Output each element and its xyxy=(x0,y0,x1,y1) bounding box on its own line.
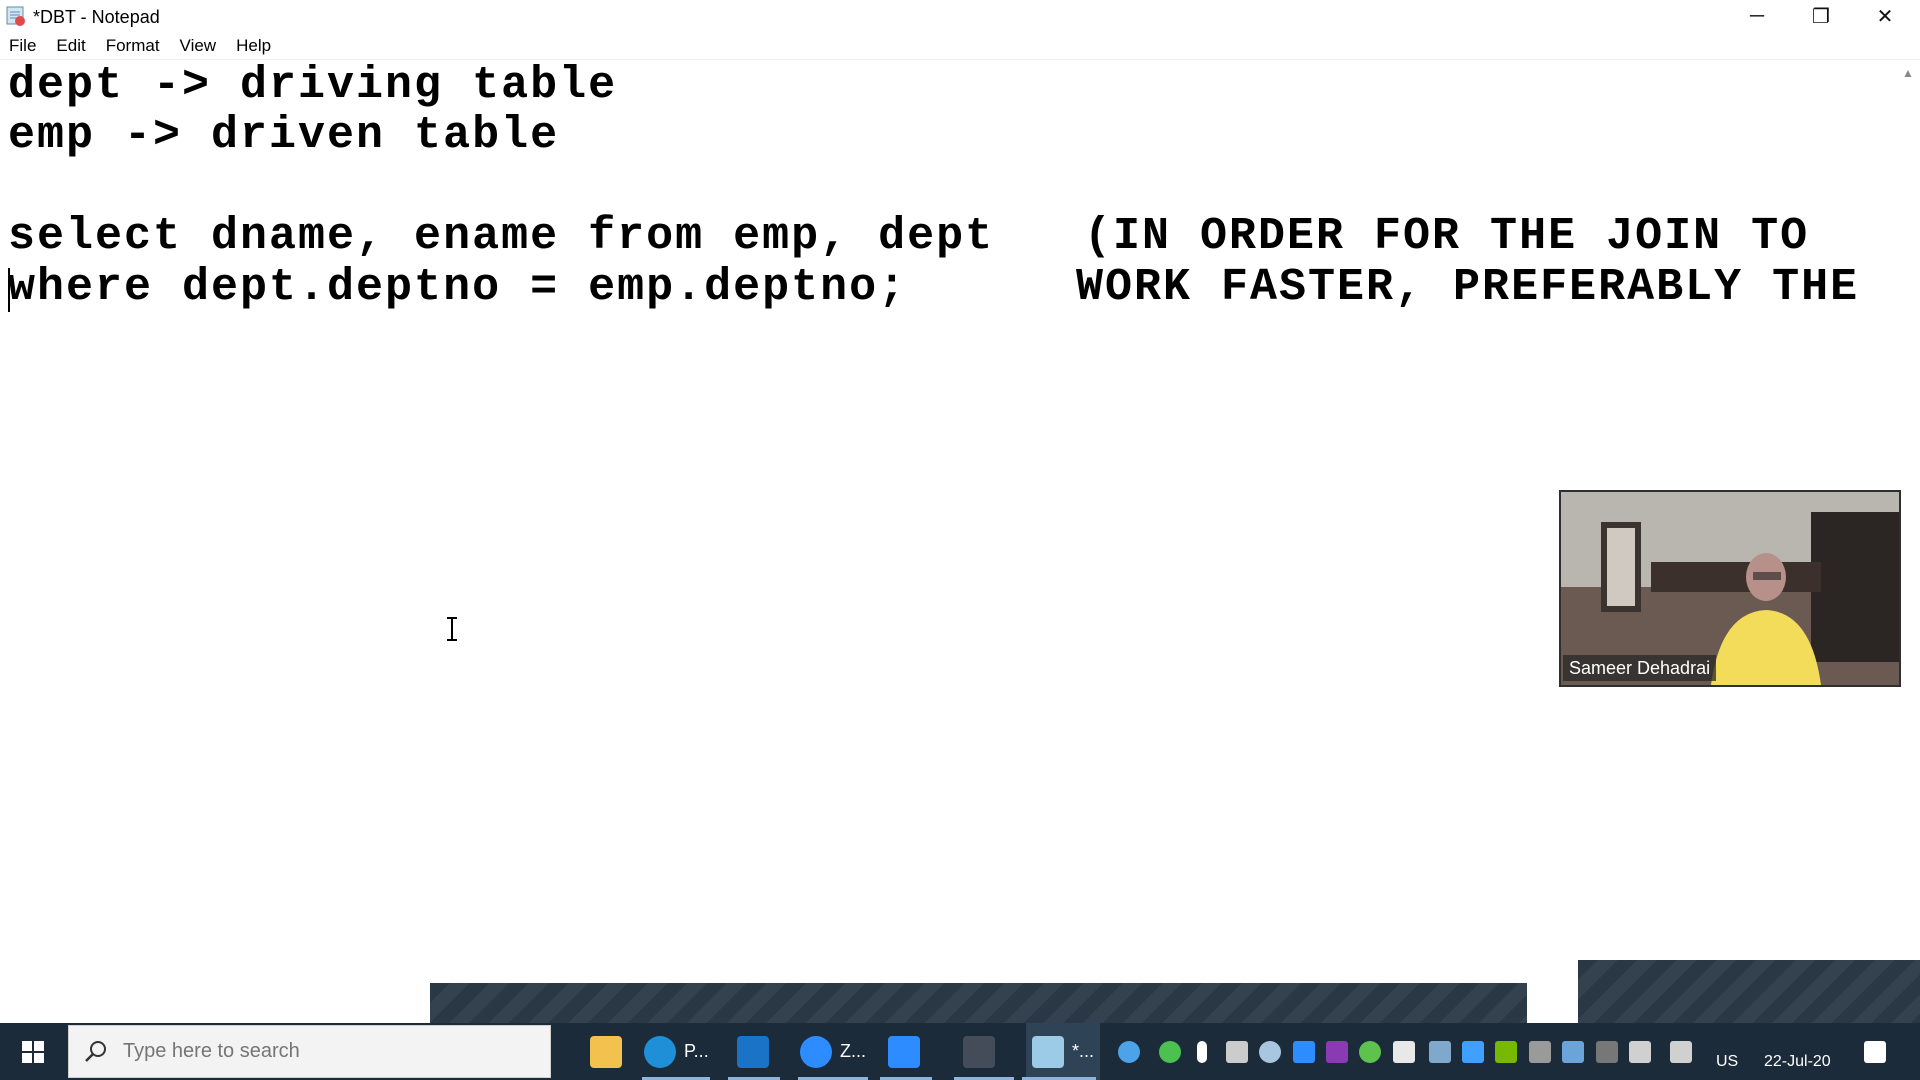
input-method-icon[interactable] xyxy=(1596,1041,1618,1063)
volume-icon[interactable] xyxy=(1629,1041,1651,1063)
zoom-meeting-icon xyxy=(888,1035,920,1068)
menu-file[interactable]: File xyxy=(0,36,46,56)
pen-icon[interactable] xyxy=(1670,1041,1692,1063)
taskbar: P... Z... *... US 22-Jul-20 xyxy=(0,1023,1920,1080)
editor-line: dept -> driving table xyxy=(8,60,618,111)
notifications-icon[interactable] xyxy=(1864,1041,1886,1063)
participant-name-label: Sameer Dehadrai xyxy=(1563,655,1717,681)
taskbar-app-file-explorer[interactable] xyxy=(590,1023,622,1080)
language-indicator[interactable]: US xyxy=(1716,1053,1738,1071)
taskbar-app-label: *... xyxy=(1072,1041,1095,1061)
taskbar-app-zoom-meeting[interactable] xyxy=(888,1023,920,1080)
taskbar-app-label: Z... xyxy=(840,1041,866,1061)
search-icon xyxy=(85,1040,106,1062)
editor-note-line: WORK FASTER, PREFERABLY THE xyxy=(1076,262,1860,313)
sql-plus-icon xyxy=(963,1035,995,1068)
taskbar-app-notepad[interactable]: *... xyxy=(1026,1023,1101,1080)
scroll-up-icon[interactable]: ▲ xyxy=(1902,66,1914,80)
windows-logo-icon xyxy=(22,1040,44,1063)
ibeam-cursor-icon xyxy=(447,617,457,641)
editor-line: emp -> driven table xyxy=(8,110,560,161)
zoom-tray-icon[interactable] xyxy=(1293,1041,1315,1063)
wifi-icon[interactable] xyxy=(1429,1041,1451,1063)
microphone-icon[interactable] xyxy=(1197,1041,1207,1063)
tablet-icon[interactable] xyxy=(1529,1041,1551,1063)
security-shield-icon[interactable] xyxy=(1393,1041,1415,1063)
snowflake-icon[interactable] xyxy=(1462,1041,1484,1063)
battery-icon[interactable] xyxy=(1226,1041,1248,1063)
search-input[interactable] xyxy=(121,1039,525,1064)
nvidia-icon[interactable] xyxy=(1495,1041,1517,1063)
start-button[interactable] xyxy=(0,1023,66,1080)
menu-bar: File Edit Format View Help xyxy=(0,33,1920,60)
notepad-icon xyxy=(1032,1035,1064,1068)
menu-format[interactable]: Format xyxy=(96,36,170,56)
pen-workspace-icon[interactable] xyxy=(1562,1041,1584,1063)
restore-button[interactable]: ❐ xyxy=(1790,0,1852,33)
taskbar-app-whiteboard[interactable] xyxy=(737,1023,769,1080)
help-icon[interactable] xyxy=(1118,1041,1140,1063)
utorrent-icon[interactable] xyxy=(1359,1041,1381,1063)
clock-date[interactable]: 22-Jul-20 xyxy=(1764,1053,1831,1071)
overlay-bar xyxy=(1578,960,1920,1023)
vertical-scrollbar[interactable] xyxy=(1898,60,1920,1023)
whiteboard-icon xyxy=(737,1035,769,1068)
close-button[interactable]: ✕ xyxy=(1854,0,1916,33)
menu-edit[interactable]: Edit xyxy=(46,36,95,56)
notepad-app-icon[interactable] xyxy=(5,4,27,26)
menu-help[interactable]: Help xyxy=(226,36,281,56)
steam-icon[interactable] xyxy=(1259,1041,1281,1063)
window-title: *DBT - Notepad xyxy=(33,7,160,27)
zoom-icon xyxy=(800,1035,832,1068)
shield-check-icon[interactable] xyxy=(1159,1041,1181,1063)
editor-line: where dept.deptno = emp.deptno; xyxy=(8,262,908,313)
menu-view[interactable]: View xyxy=(170,36,227,56)
minimize-button[interactable]: ─ xyxy=(1726,0,1788,33)
onenote-icon[interactable] xyxy=(1326,1041,1348,1063)
taskbar-app-sql-plus[interactable] xyxy=(963,1023,995,1080)
text-caret xyxy=(8,268,10,312)
taskbar-search[interactable] xyxy=(68,1025,551,1078)
taskbar-app-edge[interactable]: P... xyxy=(644,1023,709,1080)
taskbar-app-zoom[interactable]: Z... xyxy=(800,1023,866,1080)
editor-line: select dname, ename from emp, dept xyxy=(8,211,995,262)
editor-note-line: (IN ORDER FOR THE JOIN TO xyxy=(1084,211,1810,262)
taskbar-app-label: P... xyxy=(684,1041,709,1061)
overlay-bar xyxy=(430,983,1527,1023)
title-bar: *DBT - Notepad ─ ❐ ✕ xyxy=(0,0,1920,33)
edge-icon xyxy=(644,1035,676,1068)
file-explorer-icon xyxy=(590,1035,622,1068)
